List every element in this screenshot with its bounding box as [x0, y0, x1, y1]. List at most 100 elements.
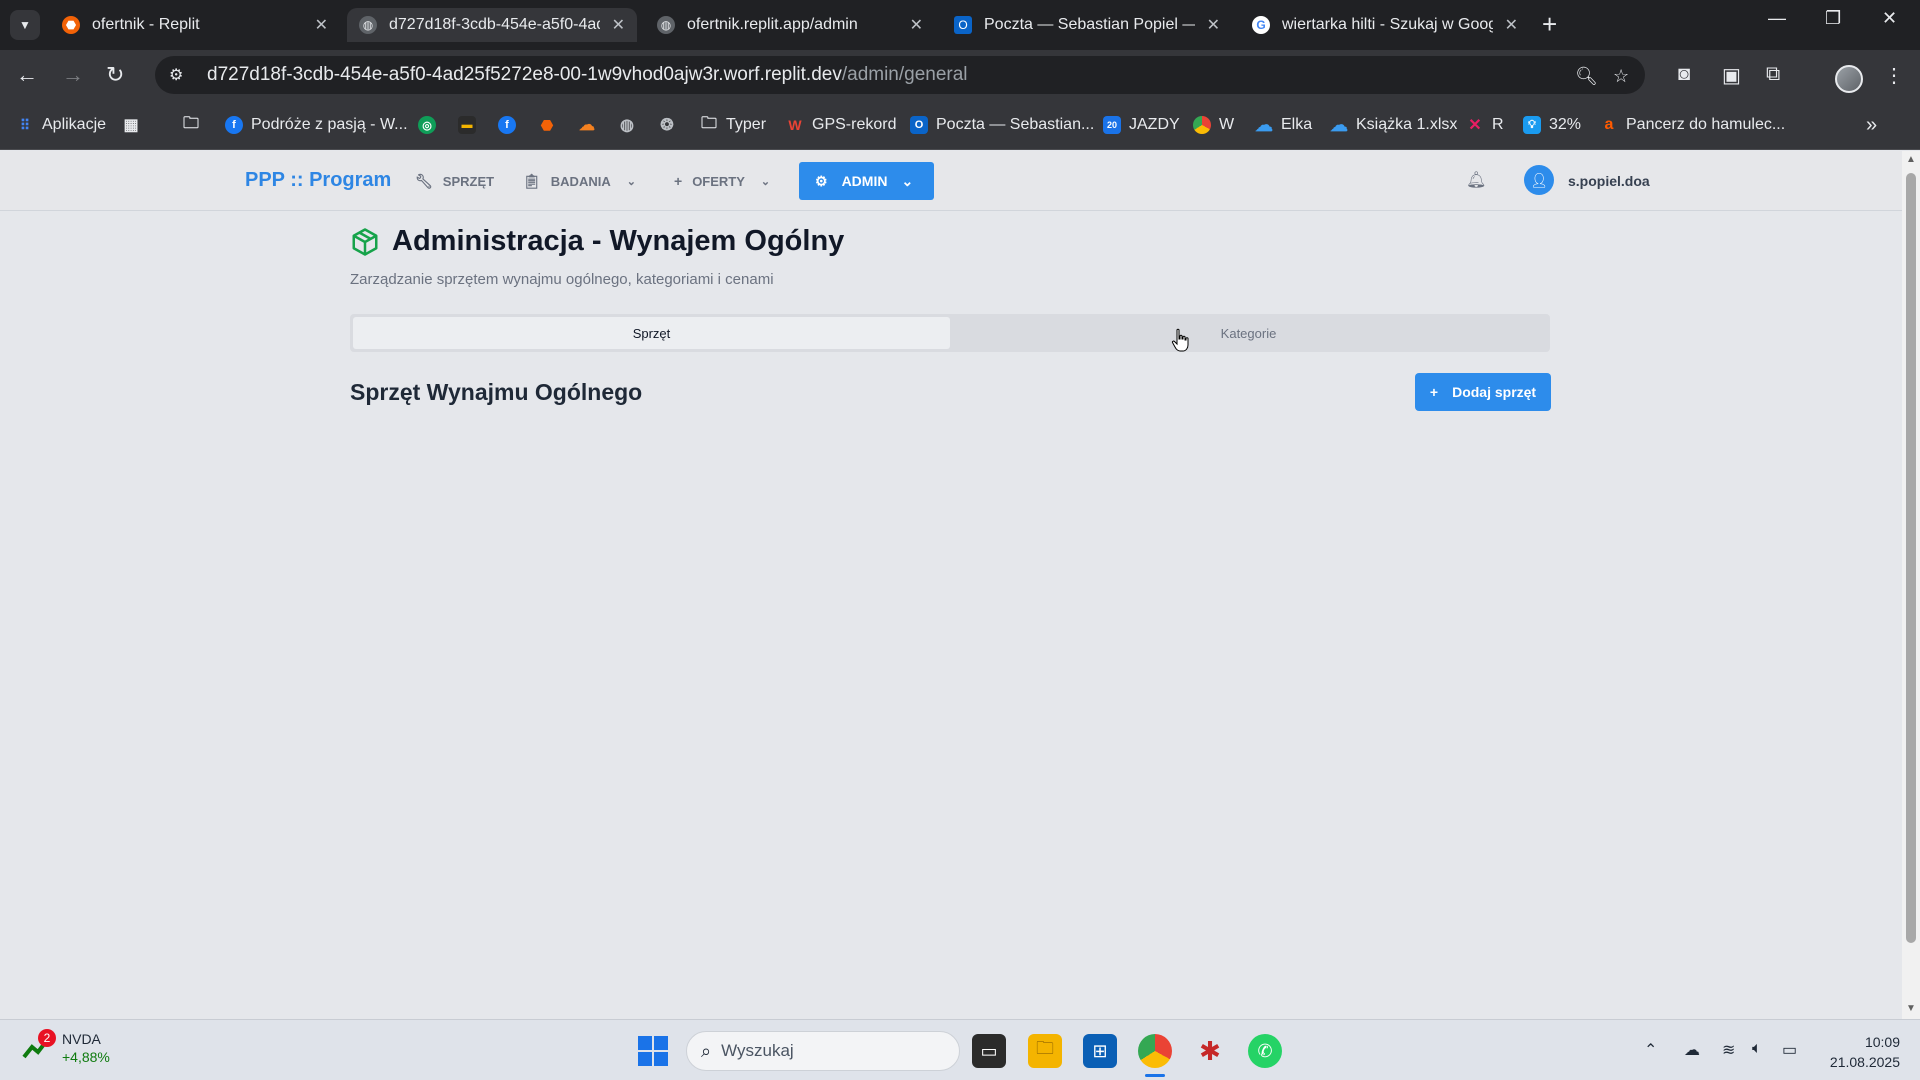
- bookmark-podroze[interactable]: f Podróże z pasją - W...: [225, 112, 408, 138]
- bookmark-32-percent[interactable]: 💡︎ 32%: [1523, 112, 1581, 138]
- new-tab-plus-icon[interactable]: +: [1542, 10, 1557, 38]
- page-scrollbar[interactable]: ▲ ▼: [1902, 151, 1920, 1019]
- nav-label: OFERTY: [692, 173, 745, 189]
- nav-admin-button[interactable]: ⚙ ADMIN ⌄: [799, 162, 934, 200]
- bookmark-ksiazka[interactable]: ☁ Książka 1.xlsx: [1330, 112, 1457, 138]
- page-header: Administracja - Wynajem Ogólny: [350, 225, 844, 258]
- tray-chevron-up-icon[interactable]: ⌃: [1644, 1040, 1657, 1060]
- microsoft-store-icon[interactable]: ⊞: [1083, 1034, 1117, 1068]
- bookmark-openai[interactable]: ❂: [658, 112, 676, 138]
- facebook-icon: f: [498, 116, 516, 134]
- tab-search-chevron-icon[interactable]: ▼: [10, 10, 40, 40]
- plus-icon: +: [1429, 384, 1439, 400]
- allegro-icon: a: [1604, 116, 1614, 133]
- bookmark-folder[interactable]: 🗀︎: [182, 112, 200, 138]
- site-info-icon[interactable]: ⚙: [169, 65, 189, 85]
- nav-sprzet[interactable]: 🔧︎ SPRZĘT: [415, 173, 494, 190]
- close-window-icon[interactable]: ✕: [1882, 8, 1897, 29]
- red-app-icon[interactable]: ✱: [1193, 1034, 1227, 1068]
- folder-icon: 🗀︎: [182, 114, 199, 132]
- username[interactable]: s.popiel.doa: [1568, 173, 1650, 189]
- file-explorer-icon[interactable]: 🗀︎: [1028, 1034, 1062, 1068]
- battery-icon[interactable]: ▭: [1782, 1040, 1797, 1060]
- tab-title: ofertnik.replit.app/admin: [687, 16, 858, 33]
- nav-oferty[interactable]: + OFERTY ⌄: [674, 173, 770, 189]
- forward-icon[interactable]: →: [62, 62, 84, 88]
- user-avatar-icon[interactable]: 👤︎: [1524, 165, 1554, 195]
- bookmark-replit[interactable]: ⬣: [538, 112, 556, 138]
- add-equipment-button[interactable]: + Dodaj sprzęt: [1415, 373, 1551, 411]
- bookmark-elka[interactable]: ☁ Elka: [1255, 112, 1312, 138]
- tab-ofertnik-admin[interactable]: ◍ ofertnik.replit.app/admin ✕: [645, 8, 935, 42]
- bookmark-grid[interactable]: ▦: [122, 112, 140, 138]
- zoom-icon[interactable]: 🔍︎: [1575, 66, 1598, 87]
- stock-widget[interactable]: 2 NVDA +4,88%: [22, 1029, 110, 1066]
- minimize-icon[interactable]: —: [1768, 8, 1786, 29]
- onedrive-tray-icon[interactable]: ☁: [1684, 1040, 1700, 1060]
- bookmark-w[interactable]: W: [1193, 112, 1234, 138]
- bookmark-globe[interactable]: ◍: [618, 112, 636, 138]
- address-bar[interactable]: ⚙ d727d18f-3cdb-454e-a5f0-4ad25f5272e8-0…: [155, 56, 1645, 94]
- wrench-icon: 🔧︎: [415, 173, 433, 189]
- camera-extension-icon[interactable]: ◙: [1678, 63, 1690, 86]
- bookmark-facebook[interactable]: f: [498, 112, 516, 138]
- bookmark-cloud[interactable]: ☁: [578, 112, 596, 138]
- tab-sprzet[interactable]: Sprzęt: [353, 317, 950, 349]
- bookmark-gps-rekord[interactable]: W GPS-rekord: [786, 112, 896, 138]
- stock-chart-icon: 2: [22, 1029, 56, 1063]
- bookmark-r[interactable]: ✕ R: [1466, 112, 1503, 138]
- close-tab-icon[interactable]: ✕: [1505, 15, 1518, 35]
- tab-title: d727d18f-3cdb-454e-a5f0-4ad: [389, 16, 600, 33]
- taskbar-search[interactable]: ⌕ Wyszukaj: [686, 1031, 960, 1071]
- bookmark-star-icon[interactable]: ☆: [1613, 66, 1629, 87]
- restore-icon[interactable]: ❐: [1825, 8, 1841, 29]
- close-tab-icon[interactable]: ✕: [612, 15, 625, 35]
- wifi-icon[interactable]: ≋: [1722, 1040, 1735, 1060]
- hand-cursor-icon: [1171, 328, 1189, 352]
- scrollbar-thumb[interactable]: [1906, 173, 1916, 943]
- scroll-down-icon[interactable]: ▼: [1906, 1003, 1916, 1014]
- tab-ofertnik-replit[interactable]: ⬣ ofertnik - Replit ✕: [50, 8, 340, 42]
- clock[interactable]: 10:09 21.08.2025: [1820, 1032, 1900, 1072]
- tab-google-search[interactable]: G wiertarka hilti - Szukaj w Googl ✕: [1240, 8, 1530, 42]
- r-icon: ✕: [1468, 117, 1482, 134]
- url-text[interactable]: d727d18f-3cdb-454e-a5f0-4ad25f5272e8-00-…: [207, 64, 968, 86]
- bookmark-typer[interactable]: 🗀︎ Typer: [700, 112, 766, 138]
- tab-kategorie[interactable]: Kategorie: [950, 317, 1547, 349]
- bookmark-label: Poczta — Sebastian...: [936, 116, 1095, 133]
- url-path: /admin/general: [841, 64, 968, 85]
- scroll-up-icon[interactable]: ▲: [1906, 154, 1916, 165]
- package-icon: [352, 227, 378, 256]
- back-icon[interactable]: ←: [16, 62, 38, 88]
- browser-menu-icon[interactable]: ⋮: [1884, 63, 1904, 88]
- windows-start-icon[interactable]: [638, 1036, 668, 1066]
- bookmark-green[interactable]: ◎: [418, 112, 436, 138]
- globe-icon: ◍: [620, 117, 634, 134]
- chrome-icon[interactable]: [1138, 1034, 1172, 1077]
- tab-active-admin-general[interactable]: ◍ d727d18f-3cdb-454e-a5f0-4ad ✕: [347, 8, 637, 42]
- bookmark-aplikacje[interactable]: ⠿ Aplikacje: [16, 112, 106, 138]
- add-button-label: Dodaj sprzęt: [1452, 384, 1537, 400]
- bookmark-toolbox[interactable]: ▬: [458, 112, 476, 138]
- bookmark-pancerz[interactable]: a Pancerz do hamulec...: [1600, 112, 1786, 138]
- task-view-icon[interactable]: ▭: [972, 1034, 1006, 1068]
- bookmark-poczta[interactable]: O Poczta — Sebastian...: [910, 112, 1094, 138]
- app-brand[interactable]: PPP :: Program: [245, 169, 391, 192]
- close-tab-icon[interactable]: ✕: [910, 15, 923, 35]
- notification-badge: 2: [38, 1029, 56, 1047]
- volume-icon[interactable]: 🔈︎: [1752, 1040, 1762, 1058]
- profile-avatar-icon[interactable]: [1835, 65, 1863, 93]
- close-tab-icon[interactable]: ✕: [315, 15, 328, 35]
- bell-icon[interactable]: 🔔︎: [1466, 170, 1486, 190]
- cast-icon[interactable]: ▣: [1722, 63, 1741, 88]
- nav-label: ADMIN: [841, 173, 888, 189]
- more-bookmarks-icon[interactable]: »: [1866, 112, 1877, 138]
- reload-icon[interactable]: ↻: [106, 62, 124, 88]
- whatsapp-icon[interactable]: ✆: [1248, 1034, 1282, 1068]
- extensions-puzzle-icon[interactable]: ⧉: [1766, 63, 1780, 86]
- bookmark-jazdy[interactable]: 20 JAZDY: [1103, 112, 1180, 138]
- close-tab-icon[interactable]: ✕: [1207, 15, 1220, 35]
- tab-title: Poczta — Sebastian Popiel — O: [984, 16, 1195, 33]
- tab-poczta[interactable]: O Poczta — Sebastian Popiel — O ✕: [942, 8, 1232, 42]
- nav-badania[interactable]: 📋︎ BADANIA ⌄: [523, 173, 636, 190]
